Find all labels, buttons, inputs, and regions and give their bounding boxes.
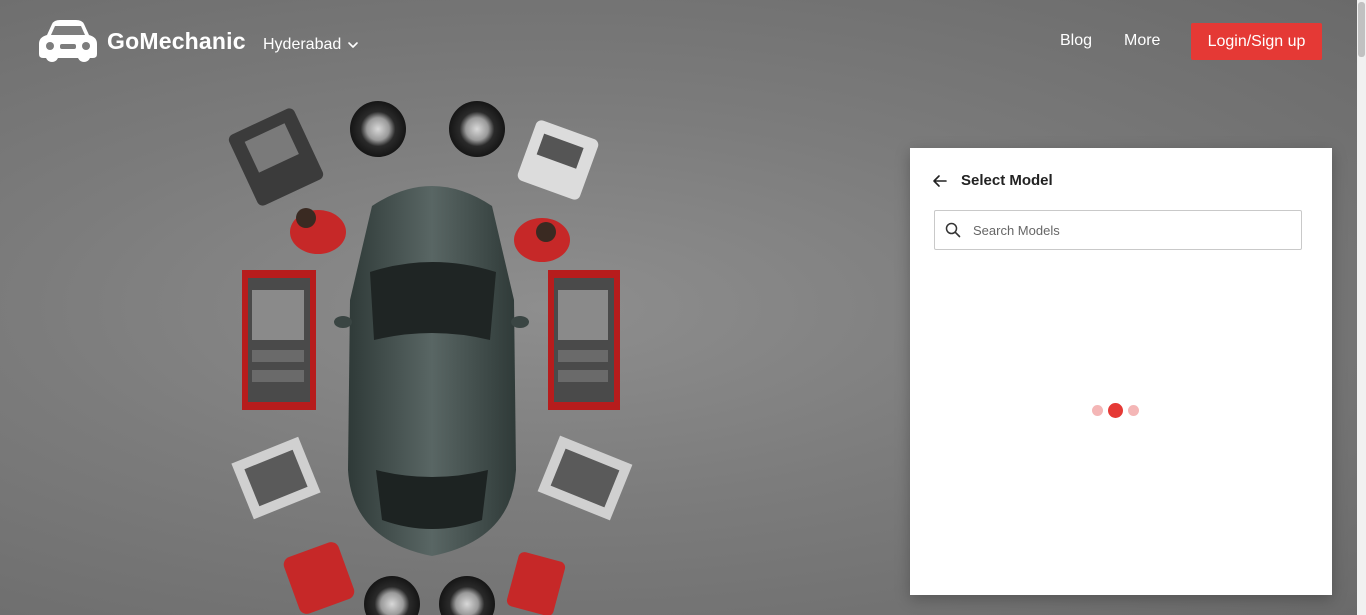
nav-more-link[interactable]: More — [1124, 32, 1160, 50]
login-signup-button[interactable]: Login/Sign up — [1191, 23, 1322, 60]
page-scrollbar[interactable] — [1357, 0, 1366, 615]
select-model-panel: Select Model — [910, 148, 1332, 595]
search-icon — [945, 222, 961, 238]
search-models-input[interactable] — [973, 222, 1293, 238]
brand-logo[interactable]: GoMechanic — [38, 20, 246, 62]
panel-header: Select Model — [932, 172, 1053, 189]
chevron-down-icon — [348, 42, 359, 48]
brand-name: GoMechanic — [107, 27, 246, 54]
city-label: Hyderabad — [263, 36, 342, 53]
loader-dot — [1092, 405, 1103, 416]
loader-dot-active — [1108, 403, 1123, 418]
search-models-box[interactable] — [934, 210, 1302, 250]
city-selector[interactable]: Hyderabad — [263, 36, 359, 54]
loader-dot — [1128, 405, 1139, 416]
arrow-left-icon[interactable] — [932, 173, 948, 189]
panel-title: Select Model — [961, 172, 1053, 189]
site-header: GoMechanic Hyderabad Blog More Login/Sig… — [0, 0, 1357, 82]
nav-blog-link[interactable]: Blog — [1060, 32, 1092, 50]
scrollbar-thumb[interactable] — [1358, 2, 1365, 57]
car-logo-icon — [39, 20, 97, 62]
loading-indicator — [1092, 403, 1139, 418]
